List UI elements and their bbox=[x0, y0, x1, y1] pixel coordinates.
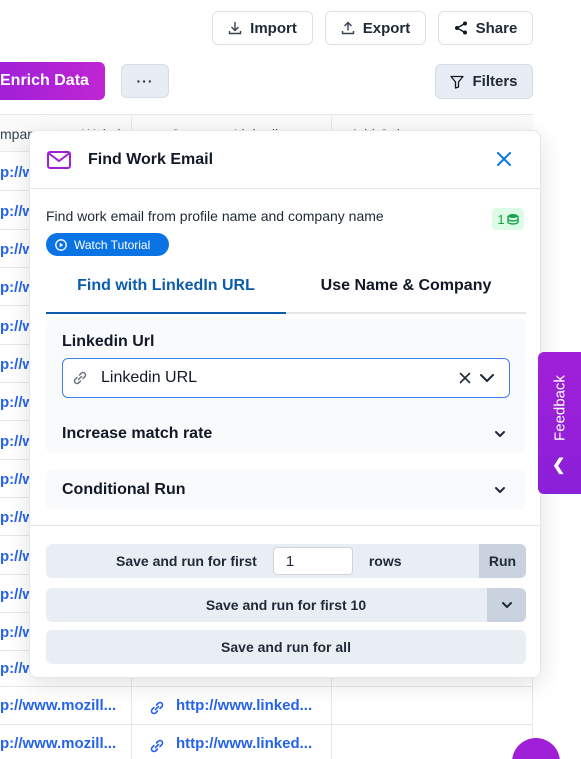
find-work-email-panel: Find Work Email Find work email from pro… bbox=[29, 130, 541, 678]
panel-header: Find Work Email bbox=[30, 131, 540, 189]
run-all-label: Save and run for all bbox=[221, 639, 351, 655]
share-button[interactable]: Share bbox=[438, 11, 533, 45]
panel-description: Find work email from profile name and co… bbox=[46, 208, 384, 224]
download-icon bbox=[228, 22, 242, 35]
tab-find-with-linkedin-url[interactable]: Find with LinkedIn URL bbox=[46, 277, 286, 314]
website-cell[interactable]: p://www.mozill... bbox=[0, 735, 116, 752]
linkedin-cell[interactable]: http://www.linked... bbox=[176, 697, 312, 714]
run-first-suffix: rows bbox=[368, 553, 402, 569]
chevron-down-icon bbox=[501, 602, 512, 608]
filter-icon bbox=[450, 75, 465, 89]
play-circle-icon bbox=[55, 238, 67, 251]
clear-icon[interactable] bbox=[459, 372, 471, 384]
tab-label: Use Name & Company bbox=[320, 277, 492, 294]
website-cell[interactable]: p://www.mozill... bbox=[0, 697, 116, 714]
linkedin-url-value: Linkedin URL bbox=[101, 369, 198, 386]
import-label: Import bbox=[250, 19, 297, 37]
chevron-down-icon[interactable] bbox=[493, 427, 507, 441]
accordion-title: Conditional Run bbox=[62, 481, 186, 498]
import-button[interactable]: Import bbox=[212, 11, 313, 45]
enrich-data-button[interactable]: Enrich Data bbox=[0, 62, 105, 100]
upload-icon bbox=[341, 21, 354, 35]
more-options-button[interactable]: ··· bbox=[121, 64, 169, 98]
feedback-tab[interactable]: Feedback ❮ bbox=[538, 352, 581, 494]
credit-badge: 1 bbox=[492, 208, 524, 230]
link-icon bbox=[150, 701, 164, 715]
mail-icon bbox=[47, 150, 71, 169]
row-divider bbox=[0, 724, 533, 725]
link-icon bbox=[150, 739, 164, 753]
panel-title: Find Work Email bbox=[88, 150, 214, 168]
row-divider bbox=[0, 686, 533, 687]
export-label: Export bbox=[362, 19, 411, 37]
linkedin-cell[interactable]: http://www.linked... bbox=[176, 735, 312, 752]
row-count-input[interactable]: 1 bbox=[272, 547, 353, 575]
credit-count: 1 bbox=[497, 211, 505, 227]
filters-label: Filters bbox=[472, 73, 518, 90]
run-first-n-row: Save and run for first 1 rows Run bbox=[46, 544, 526, 578]
save-and-run-all-button[interactable]: Save and run for all bbox=[46, 630, 526, 664]
run-button[interactable]: Run bbox=[479, 544, 526, 578]
close-icon[interactable] bbox=[496, 151, 512, 167]
run-first-prefix: Save and run for first bbox=[116, 553, 257, 569]
share-label: Share bbox=[475, 19, 518, 37]
link-icon bbox=[73, 371, 87, 385]
run-options-dropdown[interactable] bbox=[487, 588, 526, 622]
run-first-10-label: Save and run for first 10 bbox=[205, 597, 367, 613]
linkedin-url-select[interactable]: Linkedin URL bbox=[62, 358, 510, 398]
chevron-left-icon: ❮ bbox=[552, 457, 566, 474]
feedback-label: Feedback bbox=[551, 375, 568, 441]
more-icon: ··· bbox=[136, 73, 154, 89]
tab-use-name-and-company[interactable]: Use Name & Company bbox=[286, 277, 526, 314]
footer-divider bbox=[30, 525, 540, 526]
chevron-down-icon[interactable] bbox=[479, 372, 495, 384]
share-icon bbox=[454, 21, 467, 35]
tab-label: Find with LinkedIn URL bbox=[77, 277, 255, 294]
coins-icon bbox=[506, 213, 519, 225]
chevron-down-icon[interactable] bbox=[493, 483, 507, 497]
save-and-run-first-10-button[interactable]: Save and run for first 10 bbox=[46, 588, 526, 622]
filters-button[interactable]: Filters bbox=[435, 64, 533, 99]
watch-tutorial-button[interactable]: Watch Tutorial bbox=[46, 233, 169, 256]
enrich-data-label: Enrich Data bbox=[0, 72, 89, 89]
linkedin-url-label: Linkedin Url bbox=[62, 333, 155, 350]
accordion-title: Increase match rate bbox=[62, 425, 213, 442]
export-button[interactable]: Export bbox=[325, 11, 426, 45]
watch-tutorial-label: Watch Tutorial bbox=[74, 237, 151, 252]
